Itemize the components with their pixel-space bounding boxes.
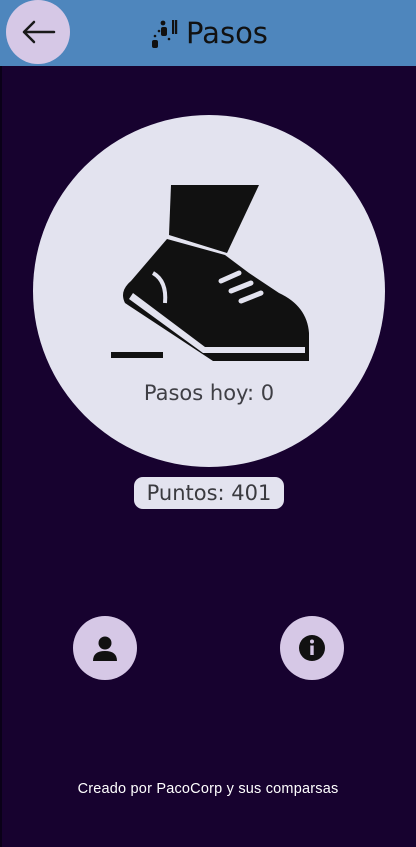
profile-button[interactable]	[73, 616, 137, 680]
edge-divider	[0, 66, 2, 847]
person-icon	[93, 636, 117, 661]
app-bar: Pasos	[0, 0, 416, 66]
footer-credit: Creado por PacoCorp y sus comparsas	[77, 781, 339, 797]
sneaker-step-icon	[111, 185, 309, 361]
info-icon	[299, 635, 325, 661]
steps-today-label: Pasos hoy: 0	[143, 381, 275, 405]
footsteps-icon	[152, 20, 178, 48]
info-button[interactable]	[280, 616, 344, 680]
app-title: Pasos	[148, 12, 268, 54]
arrow-left-icon	[22, 20, 56, 44]
steps-circle: Pasos hoy: 0	[33, 115, 385, 467]
back-button[interactable]	[6, 0, 70, 64]
page-title: Pasos	[186, 15, 268, 50]
points-badge: Puntos: 401	[134, 477, 284, 509]
